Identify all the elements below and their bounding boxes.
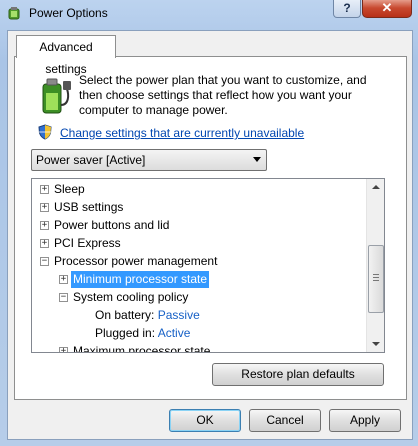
collapse-icon[interactable]: − [59,293,68,302]
collapse-icon[interactable]: − [40,257,49,266]
power-plan-selected: Power saver [Active] [36,153,146,167]
grip-line [373,274,379,275]
grip-line [373,280,379,281]
tree-item-on-battery[interactable]: On battery: Passive [95,307,200,324]
tree-item-label: Minimum processor state [71,271,210,288]
change-settings-link[interactable]: Change settings that are currently unava… [60,126,304,140]
close-button[interactable]: ✕ [362,0,412,18]
dialog-client: Advanced settings Select the power plan … [7,30,413,440]
arrow-down-icon [372,342,380,346]
tree-item-label: Sleep [54,182,85,196]
tree-item-label: Power buttons and lid [54,218,170,232]
expand-icon[interactable]: + [40,221,49,230]
power-options-window: Power Options ? ✕ Advanced settings Sele… [0,0,418,446]
scroll-down-button[interactable] [367,335,384,352]
battery-plug-icon [42,78,71,114]
expand-icon[interactable]: + [40,239,49,248]
tab-advanced-settings[interactable]: Advanced settings [16,35,116,76]
setting-value-link[interactable]: Passive [158,308,200,322]
arrow-up-icon [372,185,380,189]
expand-icon[interactable]: + [40,185,49,194]
power-options-icon [8,7,20,20]
grip-line [373,277,379,278]
intro-text: Select the power plan that you want to c… [79,73,367,117]
tree-item-label: Maximum processor state [73,344,211,353]
chevron-down-icon [253,157,261,162]
setting-value-link[interactable]: Active [158,326,191,340]
tree-item-label: Processor power management [54,254,218,268]
window-title: Power Options [29,6,108,20]
setting-label: Plugged in: [95,326,156,340]
title-bar[interactable]: Power Options ? ✕ [0,0,418,26]
tree-item-label: PCI Express [54,236,121,250]
expand-icon[interactable]: + [59,347,68,352]
scroll-thumb[interactable] [368,245,384,313]
advanced-settings-panel: Select the power plan that you want to c… [14,56,407,400]
apply-button[interactable]: Apply [329,409,401,432]
setting-label: On battery: [95,308,155,322]
settings-tree[interactable]: + Sleep + USB settings + Power buttons a… [31,178,385,353]
uac-shield-icon [38,124,52,140]
help-button[interactable]: ? [333,0,361,18]
scroll-up-button[interactable] [367,179,384,196]
tree-item-label: System cooling policy [73,290,189,304]
restore-defaults-button[interactable]: Restore plan defaults [212,363,384,386]
power-plan-select[interactable]: Power saver [Active] [31,149,267,171]
expand-icon[interactable]: + [40,203,49,212]
expand-icon[interactable]: + [59,275,68,284]
tree-item-plugged-in[interactable]: Plugged in: Active [95,325,190,342]
tree-item-label: USB settings [54,200,124,214]
vertical-scrollbar[interactable] [366,179,384,352]
cancel-button[interactable]: Cancel [249,409,321,432]
ok-button[interactable]: OK [169,409,241,432]
